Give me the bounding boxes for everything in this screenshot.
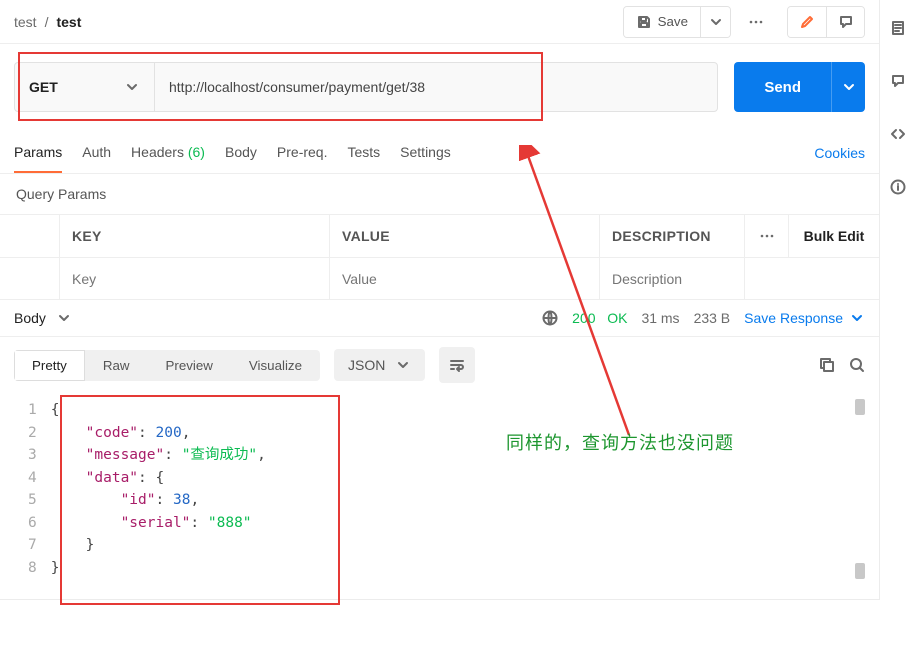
param-key-input[interactable] xyxy=(72,258,317,299)
param-value-input[interactable] xyxy=(342,258,587,299)
url-input[interactable] xyxy=(155,63,717,111)
search-icon[interactable] xyxy=(849,357,865,373)
status-text: OK xyxy=(607,310,627,326)
dots-icon xyxy=(759,228,775,244)
document-icon xyxy=(890,20,906,36)
response-body-tab[interactable]: Body xyxy=(14,310,72,326)
save-response-label: Save Response xyxy=(744,310,843,326)
save-caret-button[interactable] xyxy=(700,7,730,37)
send-button[interactable]: Send xyxy=(734,62,831,112)
chevron-down-icon xyxy=(56,310,72,326)
col-key: KEY xyxy=(60,215,330,257)
more-options-button[interactable] xyxy=(739,6,773,38)
tab-params[interactable]: Params xyxy=(14,132,62,173)
chevron-down-icon xyxy=(841,79,857,95)
save-label: Save xyxy=(658,14,688,29)
tab-prereq[interactable]: Pre-req. xyxy=(277,132,328,173)
view-bar: Pretty Raw Preview Visualize JSON xyxy=(0,337,879,393)
view-preview-button[interactable]: Preview xyxy=(147,350,230,381)
right-rail xyxy=(883,0,913,198)
scrollbar-thumb[interactable] xyxy=(855,399,865,415)
tab-headers-count: (6) xyxy=(188,144,205,160)
breadcrumb-sep: / xyxy=(45,14,49,30)
response-size: 233 B xyxy=(694,310,731,326)
rail-docs-icon[interactable] xyxy=(890,20,906,39)
response-status: 200 OK xyxy=(572,310,627,326)
cookies-link[interactable]: Cookies xyxy=(814,145,865,161)
save-icon xyxy=(636,14,652,30)
method-select[interactable]: GET xyxy=(15,63,155,111)
info-icon xyxy=(890,179,906,195)
format-select[interactable]: JSON xyxy=(334,349,425,381)
query-params-title: Query Params xyxy=(0,174,879,214)
code-lines: { "code": 200, "message": "查询成功", "data"… xyxy=(51,399,865,579)
chevron-down-icon xyxy=(708,14,724,30)
tab-headers[interactable]: Headers (6) xyxy=(131,132,205,173)
comment-icon xyxy=(838,14,854,30)
wrap-icon xyxy=(449,357,465,373)
col-value: VALUE xyxy=(330,215,600,257)
view-mode-segment: Pretty Raw Preview Visualize xyxy=(14,350,320,381)
comment-icon xyxy=(890,73,906,89)
breadcrumb[interactable]: test / test xyxy=(14,14,81,30)
response-bar: Body 200 OK 31 ms 233 B Save Response xyxy=(0,300,879,337)
code-icon xyxy=(890,126,906,142)
rail-comments-icon[interactable] xyxy=(890,73,906,92)
edit-mode-button[interactable] xyxy=(788,7,826,37)
col-desc: DESCRIPTION xyxy=(600,215,745,257)
view-raw-button[interactable]: Raw xyxy=(85,350,148,381)
breadcrumb-collection[interactable]: test xyxy=(14,14,37,30)
wrap-button[interactable] xyxy=(439,347,475,383)
request-header: test / test Save xyxy=(0,0,879,44)
breadcrumb-request[interactable]: test xyxy=(56,14,81,30)
view-pretty-button[interactable]: Pretty xyxy=(14,350,85,381)
mode-toggle xyxy=(787,6,865,38)
chevron-down-icon xyxy=(849,310,865,326)
tab-tests[interactable]: Tests xyxy=(347,132,380,173)
comment-mode-button[interactable] xyxy=(826,7,864,37)
chevron-down-icon xyxy=(124,79,140,95)
view-visualize-button[interactable]: Visualize xyxy=(231,350,320,381)
response-time: 31 ms xyxy=(641,310,679,326)
tab-settings[interactable]: Settings xyxy=(400,132,451,173)
annotation-text: 同样的，查询方法也没问题 xyxy=(506,429,734,455)
table-header-row: KEY VALUE DESCRIPTION Bulk Edit xyxy=(0,215,879,257)
tab-headers-label: Headers xyxy=(131,144,184,160)
scrollbar-thumb[interactable] xyxy=(855,563,865,579)
send-caret-button[interactable] xyxy=(831,62,865,112)
save-button[interactable]: Save xyxy=(624,7,700,37)
response-code[interactable]: 12345678 { "code": 200, "message": "查询成功… xyxy=(14,393,865,585)
rail-info-icon[interactable] xyxy=(890,179,906,198)
chevron-down-icon xyxy=(395,357,411,373)
tab-auth[interactable]: Auth xyxy=(82,132,111,173)
dots-icon xyxy=(748,14,764,30)
bulk-edit-button[interactable]: Bulk Edit xyxy=(789,215,879,257)
table-options-button[interactable] xyxy=(745,215,789,257)
request-bar: GET Send xyxy=(0,44,879,132)
save-response-button[interactable]: Save Response xyxy=(744,310,865,326)
copy-icon[interactable] xyxy=(819,357,835,373)
globe-icon[interactable] xyxy=(542,310,558,326)
query-params-table: KEY VALUE DESCRIPTION Bulk Edit xyxy=(0,214,879,300)
line-gutter: 12345678 xyxy=(14,399,51,579)
request-tabs: Params Auth Headers (6) Body Pre-req. Te… xyxy=(0,132,879,174)
table-row xyxy=(0,257,879,299)
rail-code-icon[interactable] xyxy=(890,126,906,145)
format-label: JSON xyxy=(348,357,385,373)
save-group: Save xyxy=(623,6,731,38)
response-code-area: 12345678 { "code": 200, "message": "查询成功… xyxy=(14,393,865,585)
response-body-label: Body xyxy=(14,310,46,326)
url-box: GET xyxy=(14,62,718,112)
param-desc-input[interactable] xyxy=(612,258,732,299)
pencil-icon xyxy=(799,14,815,30)
method-label: GET xyxy=(29,79,58,95)
tab-body[interactable]: Body xyxy=(225,132,257,173)
status-code: 200 xyxy=(572,310,595,326)
